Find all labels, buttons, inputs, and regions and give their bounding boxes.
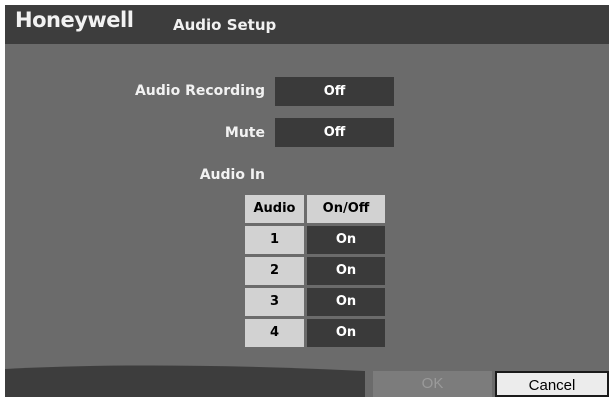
audio-setup-dialog: Honeywell Audio Setup Audio Recording Of…: [5, 5, 609, 397]
audio-column-header: Audio: [245, 195, 304, 223]
audio-channel-1: 1: [245, 226, 304, 254]
audio-channel-1-toggle[interactable]: On: [307, 226, 385, 254]
cancel-button[interactable]: Cancel: [495, 371, 609, 397]
mute-label: Mute: [224, 125, 265, 141]
audio-channel-3-toggle[interactable]: On: [307, 288, 385, 316]
audio-channel-3: 3: [245, 288, 304, 316]
audio-in-section-label: Audio In: [199, 167, 265, 183]
dialog-title: Audio Setup: [173, 16, 277, 34]
mute-value: Off: [323, 125, 346, 140]
brand-logo: Honeywell: [15, 8, 134, 32]
audio-recording-toggle[interactable]: Off: [275, 77, 394, 106]
mute-toggle[interactable]: Off: [275, 118, 394, 147]
audio-recording-label: Audio Recording: [134, 83, 265, 99]
ok-button[interactable]: OK: [373, 371, 492, 397]
audio-channel-2-toggle[interactable]: On: [307, 257, 385, 285]
audio-recording-value: Off: [323, 84, 346, 99]
audio-channel-2: 2: [245, 257, 304, 285]
title-bar: Honeywell Audio Setup: [5, 5, 609, 44]
audio-channel-4: 4: [245, 319, 304, 347]
audio-channel-4-toggle[interactable]: On: [307, 319, 385, 347]
on-off-column-header: On/Off: [307, 195, 385, 223]
